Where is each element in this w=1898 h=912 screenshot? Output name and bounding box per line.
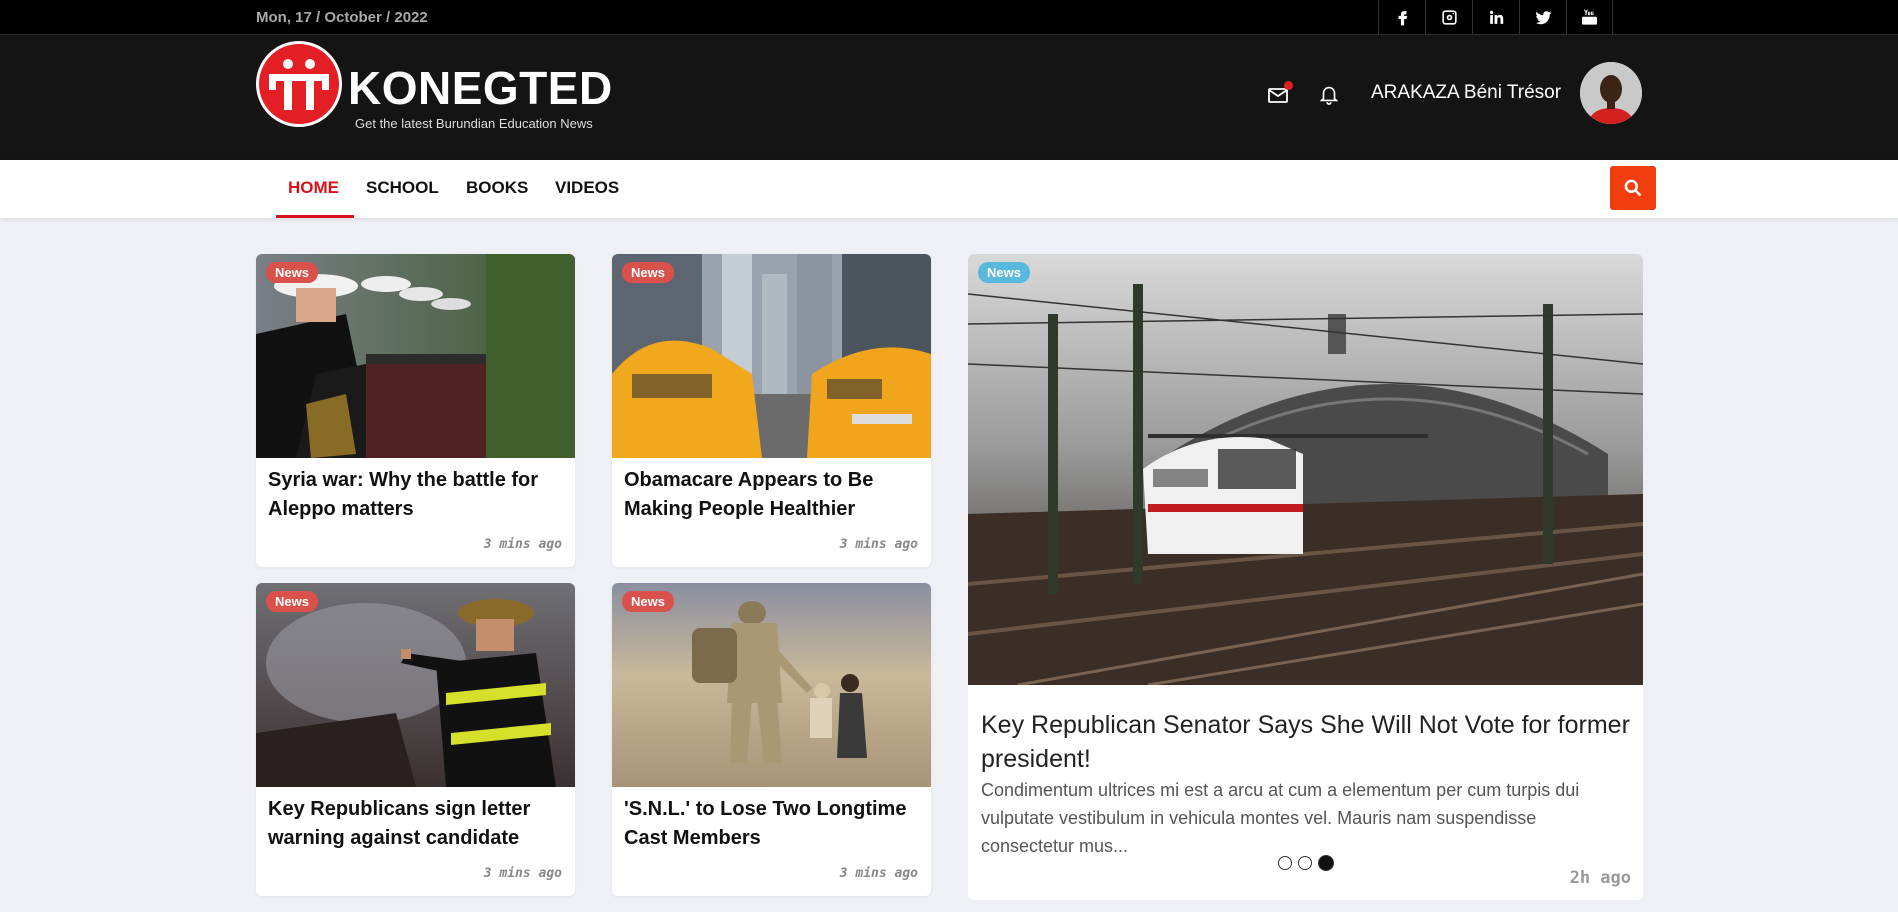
news-image-firefighter[interactable]: News <box>256 583 575 787</box>
news-time: 3 mins ago <box>839 866 918 881</box>
brand-tagline: Get the latest Burundian Education News <box>355 116 593 131</box>
news-card[interactable]: News Obamacare Appears to Be Making Peop… <box>612 254 931 567</box>
news-title[interactable]: Syria war: Why the battle for Aleppo mat… <box>268 466 563 524</box>
category-badge[interactable]: News <box>978 262 1030 283</box>
logo-icon[interactable] <box>256 41 342 127</box>
main-nav: HOME SCHOOL BOOKS VIDEOS <box>0 160 1898 218</box>
news-card[interactable]: News Key Republicans sign letter warning… <box>256 583 575 896</box>
news-image-taxis[interactable]: News <box>612 254 931 458</box>
news-title[interactable]: Key Republicans sign letter warning agai… <box>268 795 563 853</box>
featured-excerpt: Condimentum ultrices mi est a arcu at cu… <box>981 780 1580 856</box>
slider-dots <box>1278 855 1334 871</box>
slider-dot-active[interactable] <box>1318 855 1334 871</box>
top-bar: Mon, 17 / October / 2022 <box>0 0 1898 35</box>
facebook-icon[interactable] <box>1378 0 1425 34</box>
avatar[interactable] <box>1580 62 1642 124</box>
notification-dot <box>1284 81 1293 90</box>
brand-name[interactable]: KONEGTED <box>348 61 613 115</box>
news-time: 3 mins ago <box>839 537 918 552</box>
current-date: Mon, 17 / October / 2022 <box>256 9 428 26</box>
nav-home[interactable]: HOME <box>288 178 339 198</box>
category-badge[interactable]: News <box>266 591 318 612</box>
news-image-marines[interactable]: News <box>256 254 575 458</box>
twitter-icon[interactable] <box>1519 0 1566 34</box>
nav-school[interactable]: SCHOOL <box>366 178 439 198</box>
youtube-icon[interactable] <box>1566 0 1613 34</box>
search-button[interactable] <box>1610 166 1656 210</box>
featured-slider[interactable]: News Key Republican Senator Says She Wil… <box>968 254 1643 900</box>
featured-image-train[interactable]: News <box>968 254 1643 685</box>
featured-time: 2h ago <box>1569 868 1631 888</box>
user-name[interactable]: ARAKAZA Béni Trésor <box>1371 82 1561 104</box>
social-links <box>1378 0 1613 34</box>
site-header: KONEGTED Get the latest Burundian Educat… <box>0 35 1898 160</box>
mail-icon[interactable] <box>1266 81 1293 107</box>
instagram-icon[interactable] <box>1425 0 1472 34</box>
category-badge[interactable]: News <box>622 591 674 612</box>
news-time: 3 mins ago <box>483 537 562 552</box>
bell-icon[interactable] <box>1318 82 1340 106</box>
news-title[interactable]: 'S.N.L.' to Lose Two Longtime Cast Membe… <box>624 795 919 853</box>
active-nav-indicator <box>276 215 354 218</box>
slider-dot[interactable] <box>1298 856 1312 870</box>
linkedin-icon[interactable] <box>1472 0 1519 34</box>
featured-title[interactable]: Key Republican Senator Says She Will Not… <box>981 708 1641 776</box>
search-icon <box>1624 179 1642 197</box>
category-badge[interactable]: News <box>266 262 318 283</box>
news-card[interactable]: News 'S.N.L.' to Lose Two Longtime Cast … <box>612 583 931 896</box>
news-time: 3 mins ago <box>483 866 562 881</box>
nav-videos[interactable]: VIDEOS <box>555 178 619 198</box>
news-title[interactable]: Obamacare Appears to Be Making People He… <box>624 466 919 524</box>
nav-books[interactable]: BOOKS <box>466 178 528 198</box>
slider-dot[interactable] <box>1278 856 1292 870</box>
news-image-soldier[interactable]: News <box>612 583 931 787</box>
news-card[interactable]: News Syria war: Why the battle for Alepp… <box>256 254 575 567</box>
category-badge[interactable]: News <box>622 262 674 283</box>
